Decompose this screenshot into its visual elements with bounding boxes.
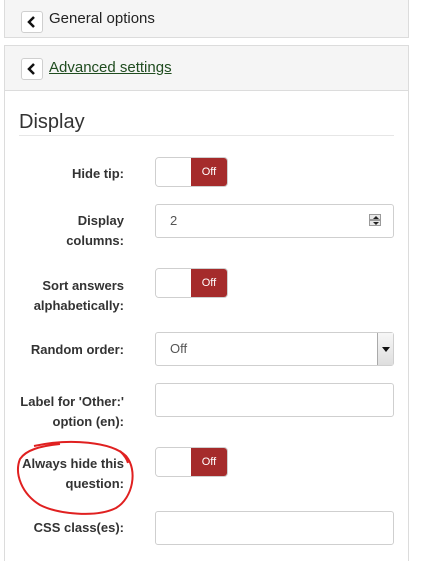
red-annotation-circle bbox=[17, 440, 134, 515]
